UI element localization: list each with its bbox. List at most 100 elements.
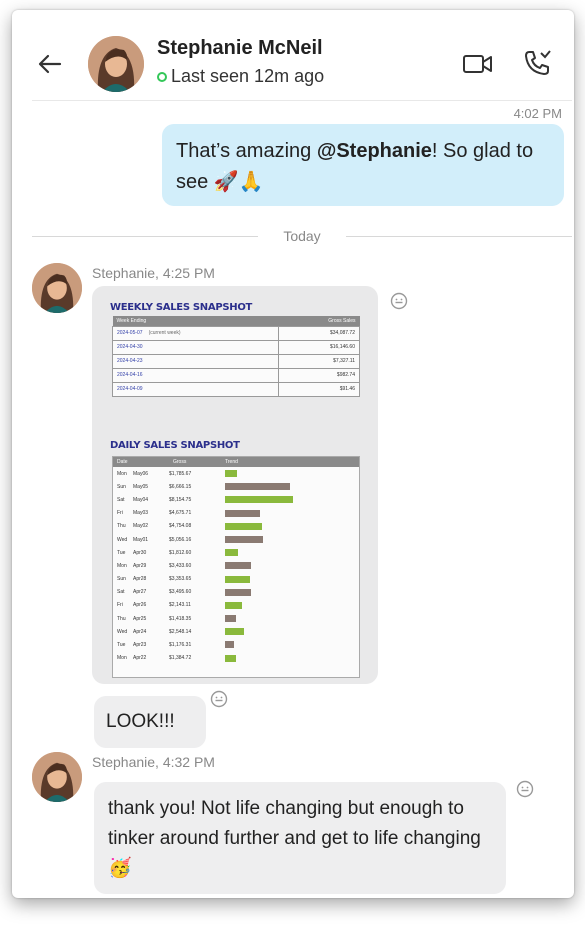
incoming-message-bubble[interactable]: thank you! Not life changing but enough …	[94, 782, 506, 894]
contact-name[interactable]: Stephanie McNeil	[157, 37, 323, 60]
day-cell: Tue	[117, 549, 126, 556]
add-reaction-icon[interactable]	[390, 292, 408, 310]
date-cell: May01	[133, 536, 149, 543]
week-date: 2024-04-09	[117, 386, 143, 392]
add-reaction-icon[interactable]	[210, 690, 228, 708]
table-row: Thu Apr25 $1,418.35	[113, 612, 359, 625]
header-divider	[32, 100, 572, 101]
last-seen-text: Last seen 12m ago	[171, 66, 325, 86]
trend-cell	[221, 573, 359, 586]
table-row: Fri May03 $4,675.71	[113, 507, 359, 520]
day-cell: Sun	[117, 483, 126, 490]
trend-bar	[225, 641, 234, 649]
gross-cell: $3,495.60	[169, 589, 192, 596]
gross-cell: $3,353.65	[169, 576, 192, 583]
day-cell: Sat	[117, 589, 125, 596]
week-date: 2024-05-07	[117, 330, 143, 336]
gross-cell: $4,675.71	[169, 510, 192, 517]
contact-avatar[interactable]	[88, 36, 144, 92]
trend-bar	[225, 562, 251, 570]
trend-cell	[221, 559, 359, 572]
date-cell: May06	[133, 470, 149, 477]
table-header-row: Date Gross Trend	[113, 457, 359, 467]
trend-bar	[225, 549, 238, 557]
trend-cell	[221, 586, 359, 599]
gross-cell: $1,785.67	[169, 470, 192, 477]
trend-cell	[221, 625, 359, 638]
sender-avatar[interactable]	[32, 263, 82, 313]
image-attachment[interactable]: WEEKLY SALES SNAPSHOT Week Ending Gross …	[92, 286, 378, 684]
gross-cell: $4,754.08	[169, 523, 192, 530]
week-ending-cell: 2024-04-30	[111, 339, 280, 355]
table-row: Sun Apr28 $3,353.65	[113, 573, 359, 586]
table-row: Mon Apr29 $3,433.60	[113, 559, 359, 572]
trend-bar	[225, 654, 236, 662]
date-cell: Apr22	[133, 655, 147, 662]
gross-cell: $2,143.11	[169, 602, 191, 609]
back-arrow-icon[interactable]	[34, 48, 66, 80]
date-cell: May04	[133, 496, 149, 503]
day-cell: Thu	[117, 523, 126, 530]
gross-cell: $5,056.16	[169, 536, 192, 543]
gross-cell: $1,418.35	[169, 615, 192, 622]
date-cell: May02	[133, 523, 149, 530]
week-ending-cell: 2024-05-07 (current week)	[111, 325, 280, 341]
table-row: Tue Apr30 $1,812.60	[113, 546, 359, 559]
table-row: 2024-04-09 $91.46	[111, 381, 360, 397]
table-row: 2024-04-23 $7,327.11	[111, 353, 360, 369]
table-row: 2024-04-16 $982.74	[111, 367, 360, 383]
trend-cell	[221, 467, 359, 480]
chat-window: Stephanie McNeil Last seen 12m ago 4:02 …	[12, 10, 574, 898]
table-row: Mon Apr22 $1,384.72	[113, 652, 359, 665]
sender-avatar[interactable]	[32, 752, 82, 802]
table-row: Tue Apr23 $1,176.31	[113, 638, 359, 651]
day-cell: Wed	[117, 536, 128, 543]
table-row: Wed May01 $5,056.16	[113, 533, 359, 546]
gross-sales-cell: $34,087.72	[278, 325, 360, 341]
weekly-sales-title: WEEKLY SALES SNAPSHOT	[110, 302, 253, 313]
trend-cell	[221, 652, 359, 665]
day-cell: Sun	[117, 576, 126, 583]
chat-header: Stephanie McNeil Last seen 12m ago	[12, 10, 574, 102]
trend-bar	[225, 509, 260, 517]
trend-bar	[225, 601, 242, 609]
table-row: Sat May04 $8,154.75	[113, 493, 359, 506]
table-row: Mon May06 $1,785.67	[113, 467, 359, 480]
outgoing-message-bubble[interactable]: That’s amazing @Stephanie! So glad to se…	[162, 124, 564, 206]
gross-sales-cell: $91.46	[278, 381, 360, 397]
trend-bar	[225, 575, 250, 583]
gross-sales-cell: $16,146.60	[278, 339, 360, 355]
trend-bar	[225, 535, 263, 543]
table-row: 2024-04-30 $16,146.60	[111, 339, 360, 355]
sender-label: Stephanie, 4:32 PM	[92, 754, 215, 770]
week-date: 2024-04-23	[117, 358, 143, 364]
week-ending-cell: 2024-04-16	[111, 367, 280, 383]
date-cell: Apr26	[133, 602, 147, 609]
trend-bar	[225, 522, 262, 530]
contact-status: Last seen 12m ago	[157, 66, 324, 87]
trend-cell	[221, 493, 359, 506]
incoming-message-bubble[interactable]: LOOK!!!	[94, 696, 206, 748]
add-reaction-icon[interactable]	[516, 780, 534, 798]
date-cell: Apr29	[133, 562, 147, 569]
divider	[346, 236, 572, 237]
trend-bar	[225, 483, 290, 491]
user-mention[interactable]: @Stephanie	[317, 140, 432, 162]
table-row: 2024-05-07 (current week) $34,087.72	[111, 325, 360, 341]
message-timestamp: 4:02 PM	[513, 106, 562, 121]
table-row: Wed Apr24 $2,548.14	[113, 625, 359, 638]
gross-cell: $2,548.14	[169, 628, 192, 635]
phone-call-icon[interactable]	[522, 48, 552, 78]
day-cell: Mon	[117, 562, 127, 569]
table-row: Fri Apr26 $2,143.11	[113, 599, 359, 612]
date-cell: Apr24	[133, 628, 147, 635]
trend-bar	[225, 615, 236, 623]
date-cell: Apr27	[133, 589, 147, 596]
trend-bar	[225, 588, 251, 596]
day-cell: Tue	[117, 642, 126, 649]
trend-cell	[221, 507, 359, 520]
gross-cell: $6,666.15	[169, 483, 192, 490]
trend-cell	[221, 599, 359, 612]
date-cell: Apr30	[133, 549, 147, 556]
video-call-icon[interactable]	[462, 50, 494, 78]
